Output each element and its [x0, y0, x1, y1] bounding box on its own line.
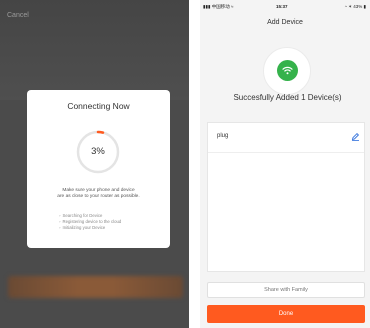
status-bar: ▮▮▮ 中国移动 ≈ 15:37 ◔ ✶ 43% ▮: [200, 0, 370, 12]
step-item: Initializing your Device: [59, 225, 159, 231]
progress-percentage: 3%: [91, 146, 105, 157]
connection-steps: Searching for Device Registering device …: [59, 213, 159, 231]
device-name: plug: [217, 133, 229, 139]
carrier-label: ▮▮▮ 中国移动 ≈: [203, 4, 233, 10]
connecting-modal: Connecting Now 3% Make sure your phone a…: [27, 90, 170, 248]
wifi-icon: [282, 66, 293, 75]
device-list: plug: [207, 122, 365, 272]
screenshot-root: Cancel Connecting Now 3% Make sure your …: [0, 0, 370, 328]
device-row: plug: [208, 123, 364, 153]
alarm-icon: ◔: [344, 4, 347, 9]
pencil-icon[interactable]: [351, 132, 360, 141]
done-button[interactable]: Done: [207, 305, 365, 323]
battery-icon: ▮: [363, 4, 366, 9]
blurred-orange-button: [8, 276, 183, 298]
wifi-status-icon: ≈: [230, 4, 234, 9]
share-with-family-button[interactable]: Share with Family: [207, 282, 365, 298]
bluetooth-icon: ✶: [348, 4, 352, 9]
status-time: 15:37: [276, 4, 288, 9]
battery-status: ◔ ✶ 43% ▮: [344, 4, 366, 10]
connecting-screen: Cancel Connecting Now 3% Make sure your …: [0, 0, 189, 328]
add-device-screen: ▮▮▮ 中国移动 ≈ 15:37 ◔ ✶ 43% ▮ Add Device Su…: [200, 0, 370, 328]
proximity-message: Make sure your phone and device are as c…: [37, 188, 160, 200]
carrier-name: 中国移动: [211, 4, 230, 9]
device-icon-badge: [277, 60, 298, 81]
success-message: Succesfully Added 1 Device(s): [233, 93, 342, 102]
proximity-message-line2: are as close to your router as possible.: [57, 194, 140, 200]
modal-title: Connecting Now: [67, 101, 130, 111]
battery-percent: 43%: [353, 4, 363, 9]
page-title: Add Device: [267, 19, 303, 26]
cancel-button[interactable]: Cancel: [7, 12, 29, 19]
signal-icon: ▮▮▮: [203, 4, 211, 9]
